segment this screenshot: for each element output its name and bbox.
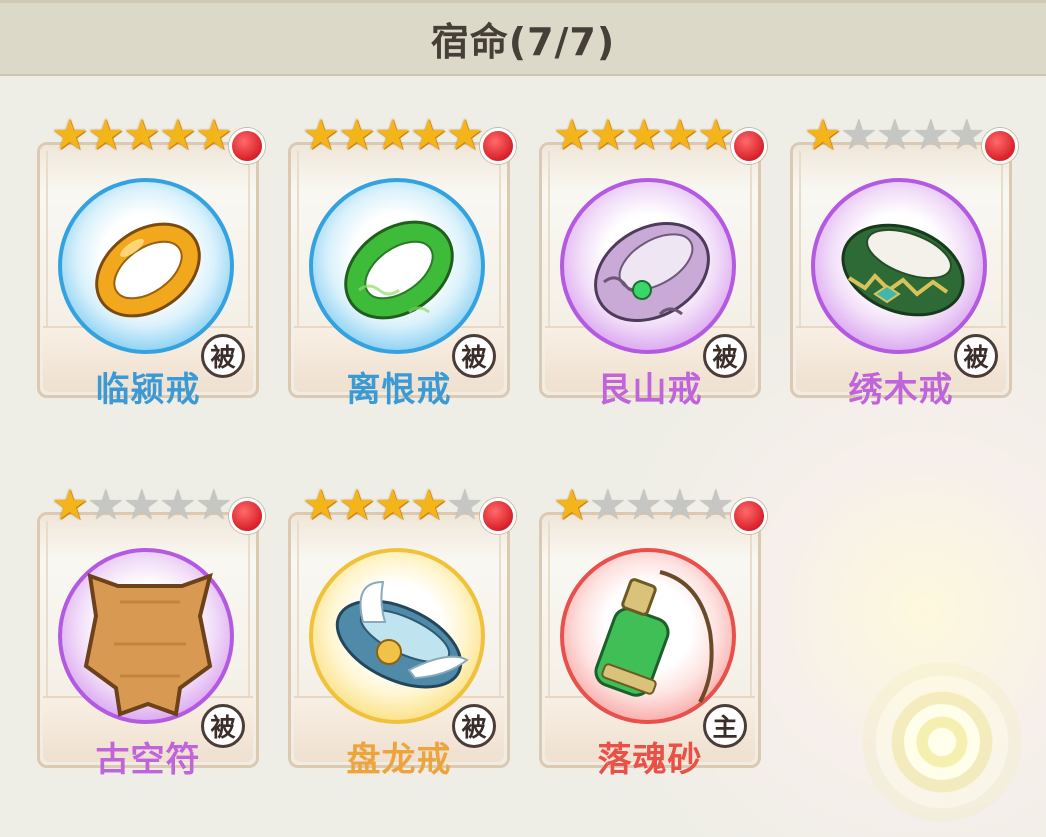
star-filled-icon: ★ [553,110,591,159]
star-empty-icon: ★ [159,480,197,529]
star-empty-icon: ★ [697,480,735,529]
star-rating: ★ ★ ★ ★ ★ [302,480,484,529]
star-filled-icon: ★ [410,480,448,529]
star-empty-icon: ★ [195,480,233,529]
star-empty-icon: ★ [661,480,699,529]
item-frame [560,548,736,724]
item-card-genshan[interactable]: ★ ★ ★ ★ ★ 被 艮山戒 [539,110,767,410]
notification-dot [229,498,265,534]
notification-dot [982,128,1018,164]
star-rating: ★ ★ ★ ★ ★ [553,110,735,159]
star-filled-icon: ★ [87,110,125,159]
title-bar: 宿命(7/7) [0,0,1046,76]
star-filled-icon: ★ [338,110,376,159]
star-rating: ★ ★ ★ ★ ★ [51,480,233,529]
silver-ring-icon [594,222,710,322]
page-title: 宿命(7/7) [430,20,616,64]
item-card-lihen[interactable]: ★ ★ ★ ★ ★ 被 离恨戒 [288,110,516,410]
item-name: 离恨戒 [346,370,452,410]
star-filled-icon: ★ [51,110,89,159]
notification-dot [229,128,265,164]
star-empty-icon: ★ [87,480,125,529]
star-empty-icon: ★ [123,480,161,529]
item-frame [58,178,234,354]
notification-dot [731,498,767,534]
star-filled-icon: ★ [123,110,161,159]
notification-dot [480,498,516,534]
star-empty-icon: ★ [876,110,914,159]
star-empty-icon: ★ [840,110,878,159]
star-filled-icon: ★ [410,110,448,159]
star-filled-icon: ★ [159,110,197,159]
star-filled-icon: ★ [589,110,627,159]
item-frame [811,178,987,354]
star-filled-icon: ★ [661,110,699,159]
item-frame [560,178,736,354]
star-filled-icon: ★ [374,480,412,529]
star-filled-icon: ★ [374,110,412,159]
gold-ring-icon [95,222,201,318]
item-name: 盘龙戒 [346,740,452,780]
star-rating: ★ ★ ★ ★ ★ [553,480,735,529]
star-filled-icon: ★ [804,110,842,159]
green-flask-icon [594,570,714,703]
item-name: 落魂砂 [597,740,703,780]
star-empty-icon: ★ [625,480,663,529]
star-filled-icon: ★ [446,110,484,159]
item-frame [309,178,485,354]
star-filled-icon: ★ [302,110,340,159]
item-card-luohun[interactable]: ★ ★ ★ ★ ★ 主 落魂砂 [539,480,767,780]
star-filled-icon: ★ [697,110,735,159]
star-filled-icon: ★ [338,480,376,529]
item-name: 艮山戒 [597,370,703,410]
star-empty-icon: ★ [948,110,986,159]
star-filled-icon: ★ [553,480,591,529]
star-empty-icon: ★ [446,480,484,529]
item-card-xiumu[interactable]: ★ ★ ★ ★ ★ 被 绣木戒 [790,110,1018,410]
star-rating: ★ ★ ★ ★ ★ [302,110,484,159]
winged-headband-icon [335,580,469,689]
star-filled-icon: ★ [51,480,89,529]
star-empty-icon: ★ [912,110,950,159]
jade-ring-icon [344,220,454,320]
item-name: 绣木戒 [848,370,954,410]
item-card-panlong[interactable]: ★ ★ ★ ★ ★ 被 盘龙戒 [288,480,516,780]
embroidered-ring-icon [841,223,965,317]
star-empty-icon: ★ [589,480,627,529]
star-rating: ★ ★ ★ ★ ★ [51,110,233,159]
item-card-linying[interactable]: ★ ★ ★ ★ ★ 被 临颍戒 [37,110,265,410]
notification-dot [731,128,767,164]
star-filled-icon: ★ [625,110,663,159]
item-frame [309,548,485,724]
star-rating: ★ ★ ★ ★ ★ [804,110,986,159]
glow-rings-effect [862,662,1022,822]
item-name: 临颍戒 [95,370,201,410]
star-filled-icon: ★ [302,480,340,529]
star-filled-icon: ★ [195,110,233,159]
notification-dot [480,128,516,164]
item-name: 古空符 [95,740,201,780]
bronze-plate-icon [83,572,213,717]
item-frame [58,548,234,724]
item-card-gukong[interactable]: ★ ★ ★ ★ ★ 被 古空符 [37,480,265,780]
